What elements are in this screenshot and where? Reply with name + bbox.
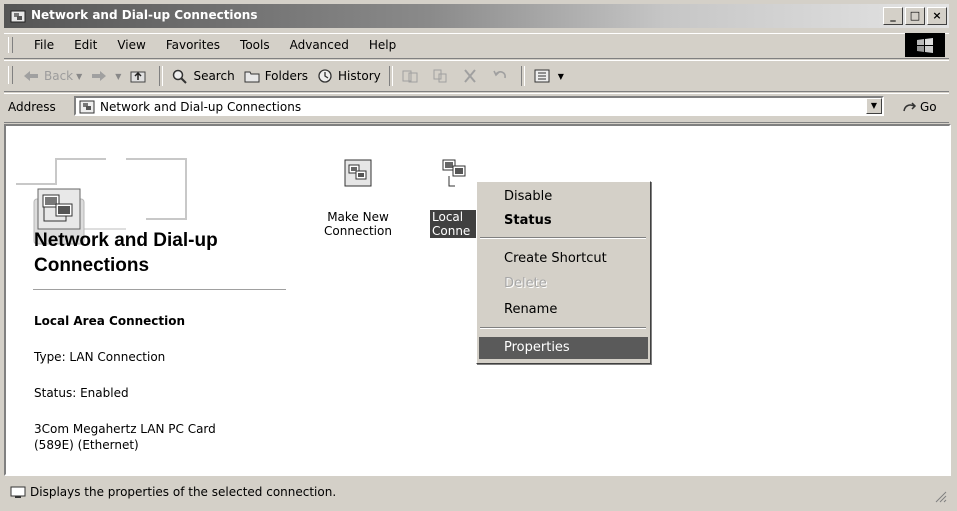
folders-icon <box>244 71 260 83</box>
back-arrow-icon <box>24 71 38 81</box>
item-label-line1: Make New <box>327 210 389 224</box>
undo-icon <box>493 70 506 79</box>
address-value: Network and Dial-up Connections <box>100 100 302 114</box>
toolbar-separator <box>159 66 164 86</box>
make-new-connection-icon <box>344 159 372 187</box>
window-title: Network and Dial-up Connections <box>31 8 258 22</box>
forward-arrow-icon <box>92 71 107 81</box>
close-button[interactable]: × <box>927 7 947 25</box>
detail-name: Local Area Connection <box>34 314 186 328</box>
search-icon <box>173 69 188 84</box>
menu-view[interactable]: View <box>107 38 155 52</box>
move-to-button[interactable] <box>397 66 427 86</box>
forward-button[interactable]: ▼ <box>86 66 125 86</box>
title-bar[interactable]: Network and Dial-up Connections _ □ × <box>4 4 949 28</box>
make-new-connection-item[interactable]: Make New Connection <box>318 158 398 238</box>
views-button[interactable]: ▼ <box>529 66 568 86</box>
status-bar: Displays the properties of the selected … <box>4 478 949 506</box>
undo-button[interactable] <box>487 66 517 86</box>
webview-divider <box>33 289 286 290</box>
menu-item-status[interactable]: Status <box>479 210 648 232</box>
menu-item-create-shortcut[interactable]: Create Shortcut <box>479 248 648 270</box>
status-monitor-icon <box>10 486 26 498</box>
address-label: Address <box>8 100 56 114</box>
item-label-line2: Conne <box>432 224 471 238</box>
status-text: Displays the properties of the selected … <box>30 485 337 499</box>
standard-toolbar: Back ▼ ▼ Search Folders History ▼ <box>4 60 949 92</box>
go-label: Go <box>920 100 937 114</box>
up-folder-button[interactable] <box>125 66 155 86</box>
local-area-connection-item[interactable]: Local Conne <box>430 158 480 238</box>
minimize-button[interactable]: _ <box>883 7 903 25</box>
copy-to-button[interactable] <box>427 66 457 86</box>
resize-grip-icon[interactable] <box>935 491 947 503</box>
move-to-icon <box>402 70 418 83</box>
history-icon <box>318 69 332 83</box>
toolbar-separator <box>388 66 393 86</box>
maximize-button[interactable]: □ <box>905 7 925 25</box>
folders-button[interactable]: Folders <box>239 66 312 86</box>
menu-separator <box>480 327 646 329</box>
history-button[interactable]: History <box>312 66 385 86</box>
make-new-connection-label: Make New Connection <box>318 210 398 238</box>
menu-edit[interactable]: Edit <box>64 38 107 52</box>
views-icon <box>534 69 550 83</box>
menu-grip[interactable] <box>8 37 13 53</box>
go-button[interactable]: Go <box>902 100 937 114</box>
menu-item-delete: Delete <box>504 276 547 291</box>
item-label-line1: Local <box>432 210 464 224</box>
back-label: Back <box>44 69 74 83</box>
views-dropdown-icon[interactable]: ▼ <box>558 72 564 81</box>
menu-item-properties[interactable]: Properties <box>479 337 648 359</box>
local-area-connection-label: Local Conne <box>430 210 480 238</box>
menu-favorites[interactable]: Favorites <box>156 38 230 52</box>
search-button[interactable]: Search <box>167 66 238 86</box>
menu-help[interactable]: Help <box>359 38 406 52</box>
back-button[interactable]: Back ▼ <box>18 66 86 86</box>
context-menu: Disable Status Create Shortcut Delete Re… <box>476 181 651 364</box>
menu-tools[interactable]: Tools <box>230 38 280 52</box>
explorer-window: Network and Dial-up Connections _ □ × Fi… <box>0 0 957 511</box>
go-arrow-icon <box>903 102 917 112</box>
up-folder-icon <box>130 71 146 83</box>
menu-bar: File Edit View Favorites Tools Advanced … <box>4 33 949 59</box>
toolbar-separator <box>520 66 525 86</box>
menu-item-disable[interactable]: Disable <box>479 186 648 208</box>
address-dropdown-icon[interactable]: ▼ <box>866 98 882 114</box>
delete-button[interactable] <box>457 66 487 86</box>
history-label: History <box>338 69 381 83</box>
menu-file[interactable]: File <box>24 38 64 52</box>
menu-separator <box>480 237 646 239</box>
search-label: Search <box>193 69 235 83</box>
lan-connection-icon <box>442 159 466 187</box>
detail-device-line1: 3Com Megahertz LAN PC Card <box>34 422 216 436</box>
toolbar-grip[interactable] <box>8 66 13 84</box>
menu-advanced[interactable]: Advanced <box>280 38 359 52</box>
item-label-line2: Connection <box>324 224 392 238</box>
window-controls: _ □ × <box>883 7 947 25</box>
detail-device-line2: (589E) (Ethernet) <box>34 438 139 452</box>
back-dropdown-icon[interactable]: ▼ <box>76 72 82 81</box>
detail-type: Type: LAN Connection <box>34 350 166 364</box>
menu-item-rename[interactable]: Rename <box>479 299 648 321</box>
copy-to-icon <box>433 69 447 83</box>
network-folder-icon <box>10 10 26 23</box>
detail-status: Status: Enabled <box>34 386 129 400</box>
webview-title: Network and Dial-up Connections <box>34 230 218 276</box>
forward-dropdown-icon[interactable]: ▼ <box>115 72 121 81</box>
address-bar: Address Network and Dial-up Connections … <box>4 93 949 123</box>
folders-label: Folders <box>264 69 309 83</box>
network-folder-icon <box>79 100 95 114</box>
delete-x-icon <box>463 69 476 83</box>
windows-logo-icon <box>905 33 945 57</box>
address-input[interactable]: Network and Dial-up Connections ▼ <box>74 96 884 116</box>
